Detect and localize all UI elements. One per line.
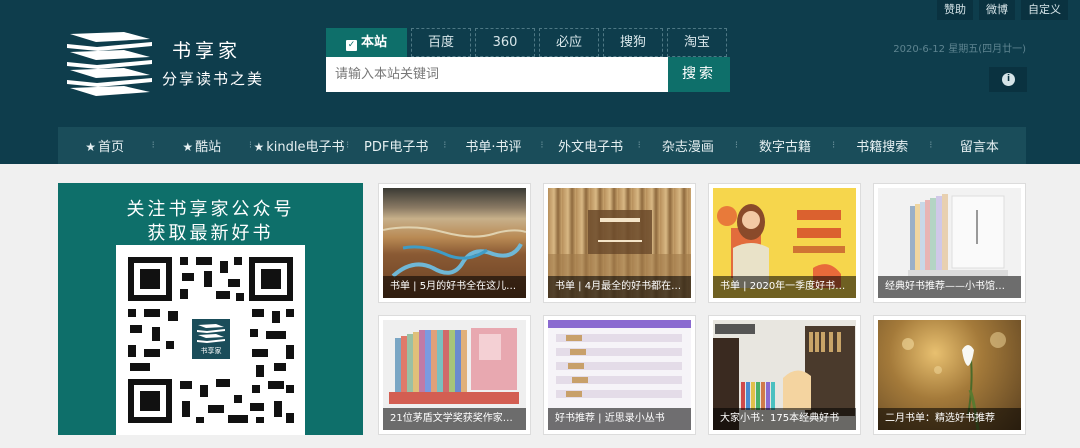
main-nav: ★ 首页 ⁝ ★ 酷站 ⁝ ★ kindle电子书 ⁝ PDF电子书 ⁝ 书单·书评 …	[58, 127, 1026, 164]
article-caption: 经典好书推荐——小书馆丛书	[878, 276, 1021, 298]
site-logo[interactable]: 书享家 分享读书之美	[64, 30, 274, 98]
customize-link[interactable]: 自定义	[1021, 0, 1068, 20]
nav-pdf-ebooks[interactable]: PDF电子书	[350, 136, 443, 155]
site-header: 赞助 微博 自定义 书享家 分享读书之美 ✓ 本站 百度 360 必应 搜狗 淘宝…	[0, 0, 1080, 164]
tab-bing[interactable]: 必应	[539, 28, 599, 57]
date-display: 2020-6-12 星期五(四月廿一)	[893, 44, 1026, 55]
promo-line-1: 关注书享家公众号	[126, 199, 295, 220]
article-card[interactable]: 大家小书：175本经典好书	[708, 315, 861, 435]
wechat-qr-code: 书享家	[116, 245, 305, 435]
article-card[interactable]: 好书推荐 | 近思录小丛书	[543, 315, 696, 435]
nav-cool-sites[interactable]: ★ 酷站	[155, 136, 248, 155]
article-thumbnail: 好书推荐 | 近思录小丛书	[548, 320, 691, 430]
article-thumbnail: 书单 | 2020年一季度好书都在这	[713, 188, 856, 298]
article-caption: 二月书单：精选好书推荐	[878, 408, 1021, 430]
search-button[interactable]: 搜索	[668, 57, 730, 92]
nav-foreign-ebooks[interactable]: 外文电子书	[544, 136, 637, 155]
qr-code-graphic	[116, 245, 305, 435]
search-bar: 搜索	[326, 57, 730, 92]
tab-taobao[interactable]: 淘宝	[667, 28, 727, 57]
nav-guestbook[interactable]: 留言本	[933, 136, 1026, 155]
search-input[interactable]	[326, 57, 668, 92]
books-logo-icon	[67, 32, 152, 96]
article-caption: 书单 | 2020年一季度好书都在这	[713, 276, 856, 298]
promo-line-2: 获取最新好书	[147, 223, 274, 244]
nav-booklists[interactable]: 书单·书评	[447, 136, 540, 155]
info-icon: i	[1002, 73, 1015, 86]
weibo-link[interactable]: 微博	[979, 0, 1015, 20]
article-card[interactable]: 21位茅盾文学奖获奖作家的作品	[378, 315, 531, 435]
article-card[interactable]: 经典好书推荐——小书馆丛书	[873, 183, 1026, 303]
info-button[interactable]: i	[989, 67, 1027, 92]
nav-kindle-ebooks[interactable]: ★ kindle电子书	[252, 136, 345, 155]
article-thumbnail: 二月书单：精选好书推荐	[878, 320, 1021, 430]
tab-360[interactable]: 360	[475, 28, 535, 57]
tab-site[interactable]: ✓ 本站	[326, 28, 407, 57]
star-icon: ★	[182, 140, 194, 154]
article-thumbnail: 21位茅盾文学奖获奖作家的作品	[383, 320, 526, 430]
star-icon: ★	[85, 140, 96, 154]
star-icon: ★	[253, 140, 265, 154]
checkbox-icon: ✓	[345, 40, 357, 51]
article-card[interactable]: 二月书单：精选好书推荐	[873, 315, 1026, 435]
site-slogan: 分享读书之美	[162, 70, 265, 88]
article-caption: 21位茅盾文学奖获奖作家的作品	[383, 408, 526, 430]
article-thumbnail: 书单 | 5月的好书全在这儿了——	[383, 188, 526, 298]
nav-home[interactable]: ★ 首页	[58, 136, 151, 155]
sponsor-link[interactable]: 赞助	[937, 0, 973, 20]
nav-magazines-comics[interactable]: 杂志漫画	[641, 136, 734, 155]
article-thumbnail: 经典好书推荐——小书馆丛书	[878, 188, 1021, 298]
article-card[interactable]: 书单 | 2020年一季度好书都在这	[708, 183, 861, 303]
article-thumbnail: 大家小书：175本经典好书	[713, 320, 856, 430]
article-thumbnail: 书单 | 4月最全的好书都在这里了	[548, 188, 691, 298]
article-caption: 好书推荐 | 近思录小丛书	[548, 408, 691, 430]
article-card[interactable]: 书单 | 5月的好书全在这儿了——	[378, 183, 531, 303]
search-engine-tabs: ✓ 本站 百度 360 必应 搜狗 淘宝	[326, 28, 727, 57]
tab-baidu[interactable]: 百度	[411, 28, 471, 57]
article-caption: 大家小书：175本经典好书	[713, 408, 856, 430]
site-name: 书享家	[172, 40, 242, 62]
article-caption: 书单 | 4月最全的好书都在这里了	[548, 276, 691, 298]
nav-digital-classics[interactable]: 数字古籍	[738, 136, 831, 155]
top-links: 赞助 微博 自定义	[937, 0, 1068, 20]
article-caption: 书单 | 5月的好书全在这儿了——	[383, 276, 526, 298]
nav-book-search[interactable]: 书籍搜索	[836, 136, 929, 155]
tab-sogou[interactable]: 搜狗	[603, 28, 663, 57]
wechat-promo-panel: 关注书享家公众号 获取最新好书 书享家	[58, 183, 363, 435]
article-card[interactable]: 书单 | 4月最全的好书都在这里了	[543, 183, 696, 303]
qr-center-label: 书享家	[200, 347, 222, 355]
